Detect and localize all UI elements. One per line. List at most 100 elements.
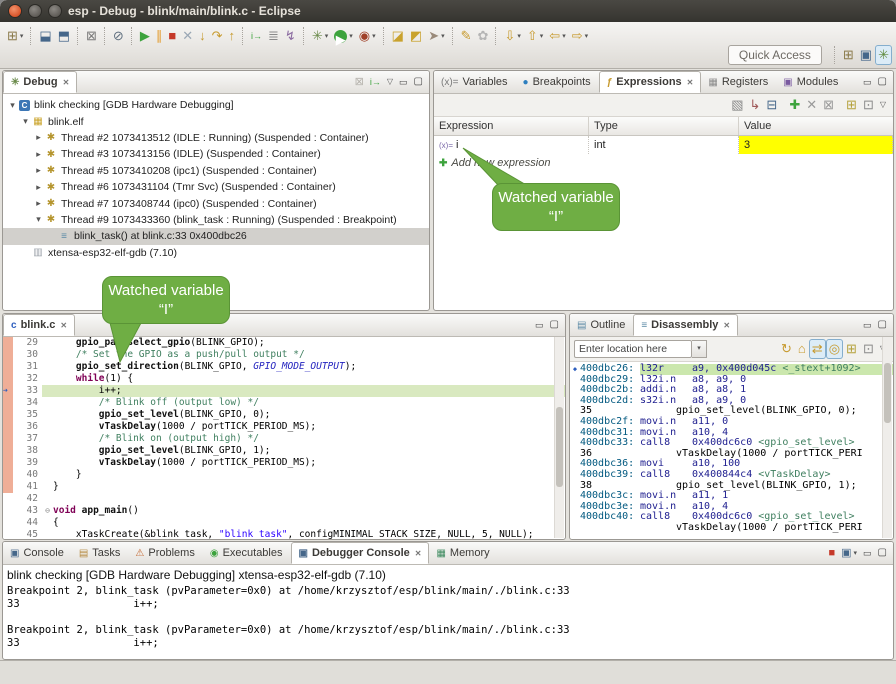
disassembly-listing[interactable]: ◆400dbc26:l32r a9, 0x400d045c <_stext+10… [570, 362, 893, 534]
tree-expander-icon[interactable]: ▸ [33, 198, 44, 209]
column-expression[interactable]: Expression [434, 117, 589, 135]
tab-disassembly[interactable]: ≡Disassembly✕ [633, 314, 738, 336]
disconnect-icon[interactable]: ✕ [179, 26, 196, 46]
debug-tree-item[interactable]: ▸✱Thread #6 1073431104 (Tmr Svc) (Suspen… [3, 179, 429, 195]
tab-variables[interactable]: (x)=Variables [434, 71, 516, 93]
maximize-icon[interactable]: ▢ [875, 315, 890, 335]
save-all-icon[interactable]: ⬒ [55, 26, 73, 46]
new-wizard-icon[interactable]: ⊞▾ [4, 26, 26, 46]
forward-icon[interactable]: ⇨▾ [569, 26, 591, 46]
tab-debug[interactable]: ✳Debug✕ [3, 71, 77, 93]
remove-all-expressions-icon[interactable]: ⊠ [820, 95, 837, 115]
debug-tree-item[interactable]: ▸✱Thread #2 1073413512 (IDLE : Running) … [3, 130, 429, 146]
debug-tree-item[interactable]: ▾Cblink checking [GDB Hardware Debugging… [3, 97, 429, 113]
close-tab-icon[interactable]: ✕ [60, 321, 67, 330]
build-all-icon[interactable]: ⊠ [83, 26, 100, 46]
close-tab-icon[interactable]: ✕ [63, 78, 70, 87]
sync-with-active-context-icon[interactable]: ⇄ [809, 339, 826, 359]
pin-view-icon[interactable]: ⊡ [860, 95, 877, 115]
location-input[interactable]: Enter location here [574, 340, 692, 358]
external-tools-icon[interactable]: ◉▾ [356, 26, 379, 46]
console-output[interactable]: Breakpoint 2, blink_task (pvParameter=0x… [7, 585, 889, 650]
tab-outline[interactable]: ▤Outline [570, 314, 633, 336]
add-new-expression[interactable]: ✚ Add new expression [434, 154, 893, 172]
location-dropdown-icon[interactable]: ▾ [692, 340, 707, 358]
maximize-icon[interactable]: ▢ [411, 72, 426, 92]
disassembly-scrollbar[interactable] [882, 337, 892, 538]
close-tab-icon[interactable]: ✕ [723, 321, 730, 330]
collapse-all-icon[interactable]: ⊟ [763, 95, 780, 115]
tab-tasks[interactable]: ▤Tasks [72, 542, 129, 564]
terminate-icon[interactable]: ■ [165, 26, 179, 46]
code-editor[interactable]: 29 gpio_pad_select_gpio(BLINK_GPIO);30 /… [3, 337, 565, 540]
quick-access-button[interactable]: Quick Access [728, 45, 822, 65]
trace-control-icon[interactable]: ↯ [282, 26, 299, 46]
maximize-icon[interactable]: ▢ [875, 543, 890, 563]
maximize-icon[interactable]: ▢ [875, 72, 890, 92]
debug-tree-item[interactable]: ▾✱Thread #9 1073433360 (blink_task : Run… [3, 212, 429, 228]
cpp-perspective-icon[interactable]: ▣ [857, 45, 875, 65]
tree-expander-icon[interactable]: ▸ [33, 182, 44, 193]
show-source-lookup-icon[interactable]: ≣ [265, 26, 282, 46]
back-icon[interactable]: ⇦▾ [546, 26, 568, 46]
view-menu-icon[interactable]: ▽ [877, 95, 889, 115]
tab-registers[interactable]: ▦Registers [701, 71, 776, 93]
tab-modules[interactable]: ▣Modules [776, 71, 846, 93]
tab-problems[interactable]: ⚠Problems [128, 542, 202, 564]
resume-icon[interactable]: ▶ [137, 26, 153, 46]
new-view-icon[interactable]: ⊞ [843, 339, 860, 359]
pin-view-icon[interactable]: ⊡ [860, 339, 877, 359]
terminate-console-icon[interactable]: ■ [825, 543, 838, 563]
tree-expander-icon[interactable]: ▸ [33, 165, 44, 176]
suspend-icon[interactable]: ∥ [153, 26, 166, 46]
tab-breakpoints[interactable]: ●Breakpoints [516, 71, 599, 93]
debug-tree-item[interactable]: ▾▦blink.elf [3, 113, 429, 129]
disabled-tool-icon[interactable]: ✿ [475, 26, 492, 46]
tab-memory[interactable]: ▦Memory [429, 542, 497, 564]
maximize-window-button[interactable] [48, 4, 62, 18]
expression-row[interactable]: (x)=i int 3 [434, 136, 893, 154]
show-logical-structure-icon[interactable]: ↳ [747, 95, 764, 115]
debug-launch-icon[interactable]: ✳▾ [309, 26, 331, 46]
fold-icon[interactable]: ⊖ [42, 505, 53, 517]
tab-expressions[interactable]: ƒExpressions✕ [599, 71, 702, 93]
maximize-icon[interactable]: ▢ [547, 315, 562, 335]
editor-scrollbar[interactable] [554, 337, 564, 538]
step-return-icon[interactable]: ↑ [226, 26, 239, 46]
remove-all-terminated-icon[interactable]: ⊠ [352, 72, 367, 92]
save-icon[interactable]: ⬓ [36, 26, 54, 46]
remove-expression-icon[interactable]: ✕ [803, 95, 820, 115]
debug-tree-item[interactable]: ▥xtensa-esp32-elf-gdb (7.10) [3, 245, 429, 261]
step-into-icon[interactable]: ↓ [196, 26, 209, 46]
tree-expander-icon[interactable]: ▾ [7, 100, 18, 111]
close-tab-icon[interactable]: ✕ [687, 78, 694, 87]
minimize-icon[interactable]: ▭ [860, 315, 875, 335]
tree-expander-icon[interactable]: ▾ [20, 116, 31, 127]
tab-blink-c[interactable]: cblink.c✕ [3, 314, 75, 336]
track-expression-icon[interactable]: ◎ [826, 339, 843, 359]
add-expression-icon[interactable]: ✚ [786, 95, 803, 115]
debug-perspective-icon[interactable]: ✳ [875, 45, 892, 65]
column-type[interactable]: Type [589, 117, 739, 135]
minimize-icon[interactable]: ▭ [860, 543, 875, 563]
tab-executables[interactable]: ◉Executables [203, 542, 291, 564]
debug-tree-item[interactable]: ≡blink_task() at blink.c:33 0x400dbc26 [3, 228, 429, 244]
refresh-icon[interactable]: ↻ [778, 339, 795, 359]
minimize-icon[interactable]: ▭ [860, 72, 875, 92]
new-view-icon[interactable]: ⊞ [843, 95, 860, 115]
open-perspective-icon[interactable]: ⊞ [840, 45, 857, 65]
last-edit-location-icon[interactable]: ⇩▾ [501, 26, 523, 46]
tree-expander-icon[interactable]: ▸ [33, 149, 44, 160]
column-value[interactable]: Value [739, 117, 893, 135]
run-launch-icon[interactable]: ▶▾ [331, 26, 356, 46]
minimize-icon[interactable]: ▭ [396, 72, 411, 92]
skip-all-breakpoints-icon[interactable]: ⊘ [110, 26, 127, 46]
format-clean-icon[interactable]: ✎ [458, 26, 475, 46]
debug-tree-item[interactable]: ▸✱Thread #7 1073408744 (ipc0) (Suspended… [3, 195, 429, 211]
tree-expander-icon[interactable]: ▸ [33, 132, 44, 143]
debug-tree-item[interactable]: ▸✱Thread #5 1073410208 (ipc1) (Suspended… [3, 163, 429, 179]
display-selected-console-icon[interactable]: ▣▾ [838, 543, 860, 563]
close-window-button[interactable] [8, 4, 22, 18]
minimize-window-button[interactable] [28, 4, 42, 18]
step-over-icon[interactable]: ↷ [209, 26, 226, 46]
